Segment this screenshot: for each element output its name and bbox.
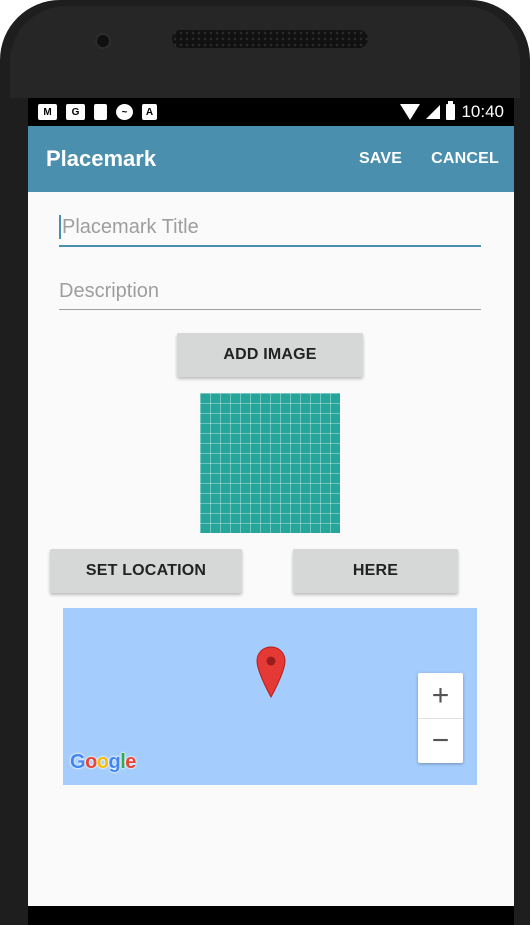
map-view[interactable]: + − Google bbox=[63, 608, 477, 785]
phone-bezel bbox=[10, 6, 520, 98]
messenger-icon: ~ bbox=[116, 104, 133, 120]
signal-icon bbox=[426, 105, 441, 119]
zoom-controls: + − bbox=[418, 673, 463, 763]
notification-icons: M G ~ A bbox=[38, 104, 157, 120]
add-image-button[interactable]: ADD IMAGE bbox=[177, 333, 363, 377]
map-marker-icon[interactable] bbox=[256, 646, 286, 698]
text-cursor bbox=[59, 215, 61, 239]
google-logo: Google bbox=[70, 751, 136, 773]
app-bar: Placemark SAVE CANCEL bbox=[28, 126, 514, 192]
earpiece-speaker bbox=[172, 30, 368, 48]
here-button[interactable]: HERE bbox=[293, 549, 458, 593]
app-title: Placemark bbox=[46, 146, 157, 171]
location-sim-icon: G bbox=[66, 104, 85, 120]
zoom-out-button[interactable]: − bbox=[418, 718, 463, 763]
gmail-icon: M bbox=[38, 104, 57, 120]
system-icons: 10:40 bbox=[400, 101, 504, 122]
status-bar: M G ~ A 10:40 bbox=[28, 98, 514, 126]
cancel-button[interactable]: CANCEL bbox=[431, 150, 499, 168]
accessibility-icon: A bbox=[142, 104, 157, 120]
description-placeholder: Description bbox=[59, 280, 160, 302]
device-screen: M G ~ A 10:40 Placemark SAVE CANCEL Plac bbox=[28, 98, 514, 906]
battery-icon bbox=[446, 101, 456, 120]
placemark-image bbox=[200, 393, 340, 533]
placemark-title-field[interactable]: Placemark Title bbox=[59, 209, 481, 247]
navigation-bar bbox=[28, 906, 514, 925]
phone-frame: M G ~ A 10:40 Placemark SAVE CANCEL Plac bbox=[0, 0, 530, 925]
placemark-title-placeholder: Placemark Title bbox=[62, 216, 199, 238]
zoom-in-button[interactable]: + bbox=[418, 673, 463, 718]
status-time: 10:40 bbox=[461, 102, 504, 121]
front-camera bbox=[95, 33, 111, 49]
description-field[interactable]: Description bbox=[59, 272, 481, 310]
sd-card-icon bbox=[94, 104, 107, 120]
app-bar-actions: SAVE CANCEL bbox=[359, 150, 499, 168]
wifi-icon bbox=[400, 104, 421, 120]
save-button[interactable]: SAVE bbox=[359, 150, 402, 168]
set-location-button[interactable]: SET LOCATION bbox=[50, 549, 242, 593]
